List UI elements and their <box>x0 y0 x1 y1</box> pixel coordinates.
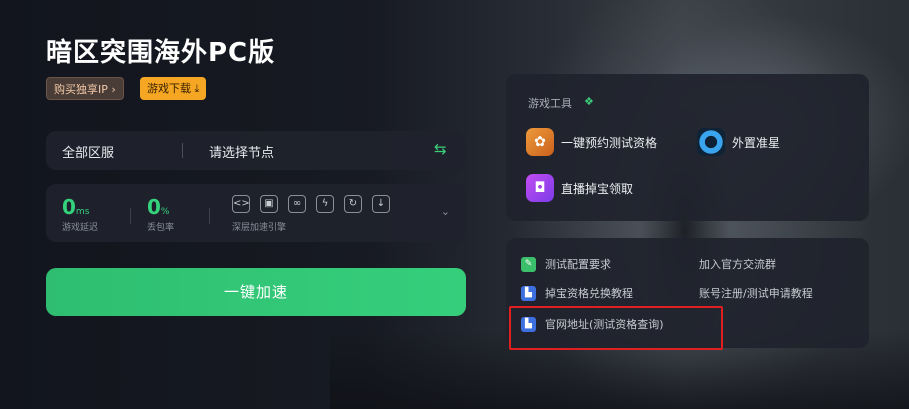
node-select[interactable]: 请选择节点 <box>209 142 274 161</box>
game-download-button[interactable]: 游戏下载 ⤓ <box>140 77 207 100</box>
latency-unit: ms <box>75 207 90 217</box>
packet-loss-stat: 0% 丢包率 <box>147 195 174 233</box>
chevron-right-icon: › <box>111 83 116 96</box>
live-drop-claim-item[interactable]: ◘ 直播掉宝领取 <box>526 173 633 203</box>
download-circle-icon: ↓ <box>372 195 390 213</box>
page-title: 暗区突围海外PC版 <box>46 38 276 68</box>
edit-icon: ✎ <box>521 256 536 272</box>
divider <box>209 208 210 224</box>
buy-ip-label: 购买独享IP <box>54 83 108 96</box>
external-crosshair-item[interactable]: 外置准星 <box>697 127 780 157</box>
cube-icon: ❖ <box>584 95 594 108</box>
server-region-select[interactable]: 全部区服 <box>62 142 114 161</box>
test-config-link[interactable]: ✎ 测试配置要求 <box>521 256 611 272</box>
crosshair-icon <box>697 128 725 156</box>
game-tools-panel: 游戏工具 ❖ ✿ 一键预约测试资格 外置准星 ◘ 直播掉宝领取 <box>506 74 869 221</box>
latency-value: 0 <box>62 195 76 219</box>
divider <box>130 208 131 224</box>
one-click-accelerate-button[interactable]: 一键加速 <box>46 268 466 316</box>
game-tools-title: 游戏工具 <box>528 97 572 110</box>
buy-exclusive-ip-button[interactable]: 购买独享IP › <box>46 77 124 100</box>
refresh-icon: ↻ <box>344 195 362 213</box>
join-group-label: 加入官方交流群 <box>699 258 776 271</box>
packet-loss-value: 0 <box>147 195 161 219</box>
tutorial-icon: ▙ <box>521 285 536 301</box>
account-register-tutorial-label: 账号注册/测试申请教程 <box>699 287 813 300</box>
crosshair-label: 外置准星 <box>732 135 781 150</box>
highlight-box <box>509 306 723 350</box>
reserve-label: 一键预约测试资格 <box>561 135 658 150</box>
reserve-test-qualification-item[interactable]: ✿ 一键预约测试资格 <box>526 127 657 157</box>
join-group-link[interactable]: 加入官方交流群 <box>699 256 776 272</box>
latency-label: 游戏延迟 <box>62 223 99 233</box>
latency-stat: 0ms 游戏延迟 <box>62 195 98 233</box>
account-register-tutorial-link[interactable]: 账号注册/测试申请教程 <box>699 285 813 301</box>
live-drop-icon: ◘ <box>526 174 554 202</box>
drop-exchange-tutorial-label: 掉宝资格兑换教程 <box>545 287 633 300</box>
screen-icon: ▣ <box>260 195 278 213</box>
divider <box>182 143 183 158</box>
network-stats-panel: 0ms 游戏延迟 0% 丢包率 <> ▣ ∞ ϟ ↻ ↓ 深层加速引擎 ⌄ <box>46 184 466 242</box>
link-icon: ∞ <box>288 195 306 213</box>
region-node-selector: 全部区服 请选择节点 ⇆ <box>46 131 466 170</box>
lightning-icon: ϟ <box>316 195 334 213</box>
packet-loss-label: 丢包率 <box>147 223 175 233</box>
download-label: 游戏下载 <box>147 82 191 95</box>
test-config-label: 测试配置要求 <box>545 258 611 271</box>
packet-loss-unit: % <box>160 207 170 217</box>
reserve-icon: ✿ <box>526 128 554 156</box>
chevron-down-icon[interactable]: ⌄ <box>441 205 450 218</box>
live-drop-label: 直播掉宝领取 <box>561 181 634 196</box>
swap-icon[interactable]: ⇆ <box>434 140 452 160</box>
engine-label: 深层加速引擎 <box>232 223 287 233</box>
code-icon: <> <box>232 195 250 213</box>
drop-exchange-tutorial-link[interactable]: ▙ 掉宝资格兑换教程 <box>521 285 633 301</box>
download-icon: ⤓ <box>194 82 200 95</box>
